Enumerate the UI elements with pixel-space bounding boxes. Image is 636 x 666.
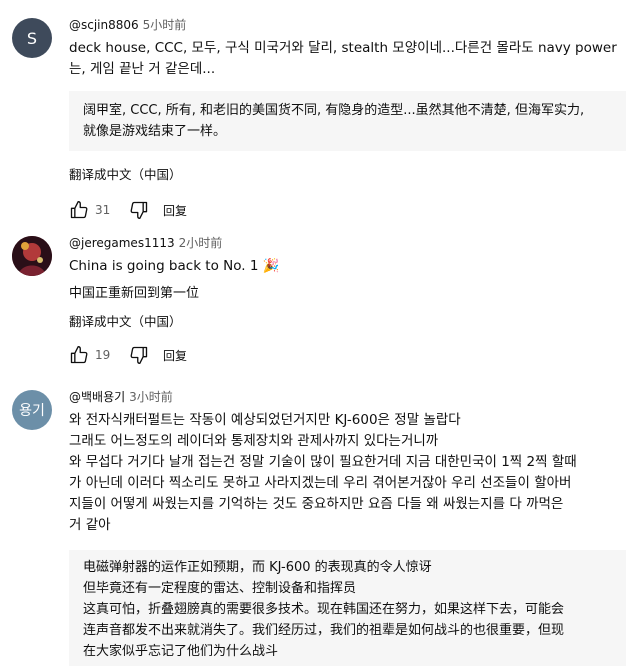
comment-text: China is going back to No. 1 🎉 [69, 258, 280, 274]
like-count: 19 [95, 348, 111, 362]
translate-link[interactable]: 翻译成中文（中国） [69, 165, 626, 185]
translate-link[interactable]: 翻译成中文（中国） [69, 312, 626, 332]
avatar[interactable]: 용기 [12, 390, 52, 430]
avatar[interactable]: S [12, 18, 52, 58]
dislike-icon[interactable] [129, 345, 149, 365]
comment-meta: @scjin8806 5小时前 [69, 16, 626, 34]
dislike-icon[interactable] [129, 200, 149, 220]
username[interactable]: @백배용기 [69, 390, 125, 404]
translation-box: 阔甲室, CCC, 所有, 和老旧的美国货不同, 有隐身的造型...虽然其他不清… [69, 91, 626, 151]
avatar-letter: S [26, 28, 38, 48]
like-icon[interactable] [69, 345, 89, 365]
timestamp[interactable]: 2小时前 [179, 236, 223, 250]
avatar-image-icon [12, 236, 52, 276]
reply-button[interactable]: 回复 [163, 347, 187, 364]
comment-actions: 19 回复 [69, 342, 626, 368]
comment-3: 용기 @백배용기 3小时前 와 전자식캐터펄트는 작동이 예상되었던거지만 KJ-… [0, 374, 636, 666]
translation-box: 电磁弹射器的运作正如预期，而 KJ-600 的表现真的令人惊讶 但毕竟还有一定程… [69, 550, 626, 666]
timestamp[interactable]: 3小时前 [129, 390, 173, 404]
like-count: 31 [95, 203, 111, 217]
reply-button[interactable]: 回复 [163, 202, 187, 219]
comment-meta: @백배용기 3小时前 [69, 388, 626, 406]
comment-text: 와 전자식캐터펄트는 작동이 예상되었던거지만 KJ-600은 정말 놀랍다 그… [69, 412, 577, 533]
comment-actions: 31 回复 [69, 197, 626, 223]
comment-text: deck house, CCC, 모두, 구식 미국거와 달리, stealth… [69, 40, 617, 77]
comment-2: @jeregames1113 2小时前 China is going back t… [0, 222, 636, 374]
avatar[interactable] [12, 236, 52, 276]
like-icon[interactable] [69, 200, 89, 220]
translation-text: 中国正重新回到第一位 [69, 286, 200, 301]
comment-1: S @scjin8806 5小时前 deck house, CCC, 모두, 구식… [0, 0, 636, 222]
username[interactable]: @scjin8806 [69, 18, 139, 32]
comment-meta: @jeregames1113 2小时前 [69, 234, 626, 252]
username[interactable]: @jeregames1113 [69, 236, 175, 250]
avatar-letter: 용기 [19, 403, 45, 419]
timestamp[interactable]: 5小时前 [143, 18, 187, 32]
